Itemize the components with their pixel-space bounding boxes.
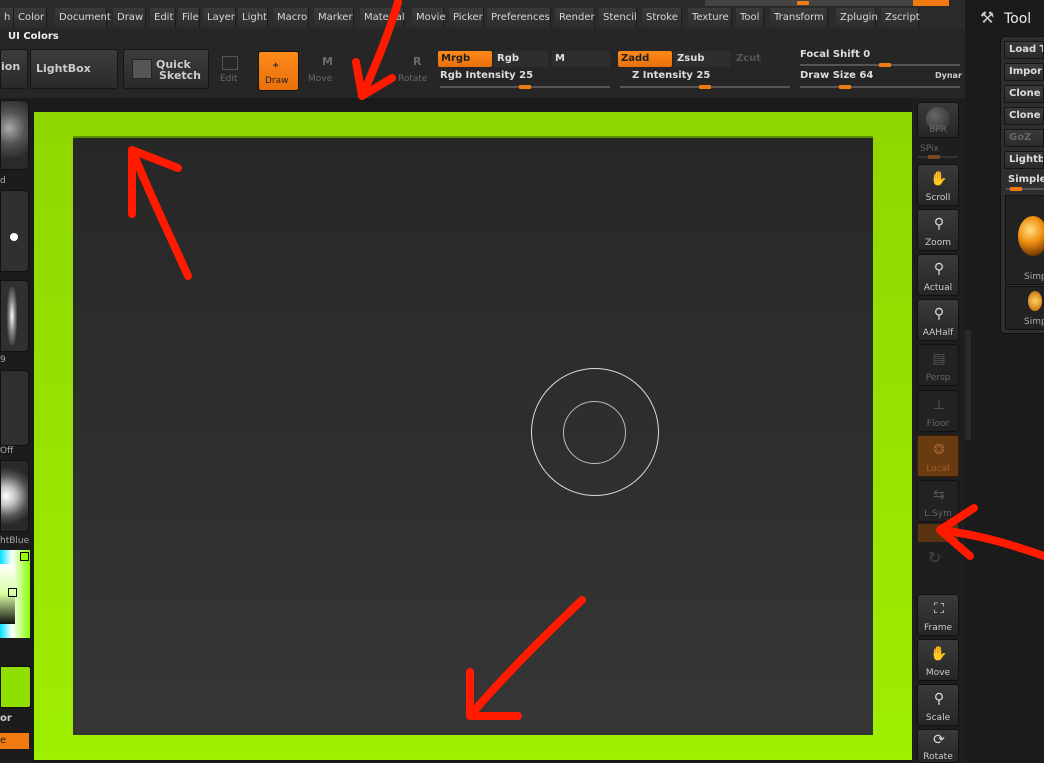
arrow-top-left xyxy=(128,146,192,280)
arrow-top xyxy=(352,0,402,100)
annotation-arrows xyxy=(128,0,1044,720)
arrow-bottom xyxy=(466,596,586,720)
arrow-right xyxy=(936,504,1044,560)
